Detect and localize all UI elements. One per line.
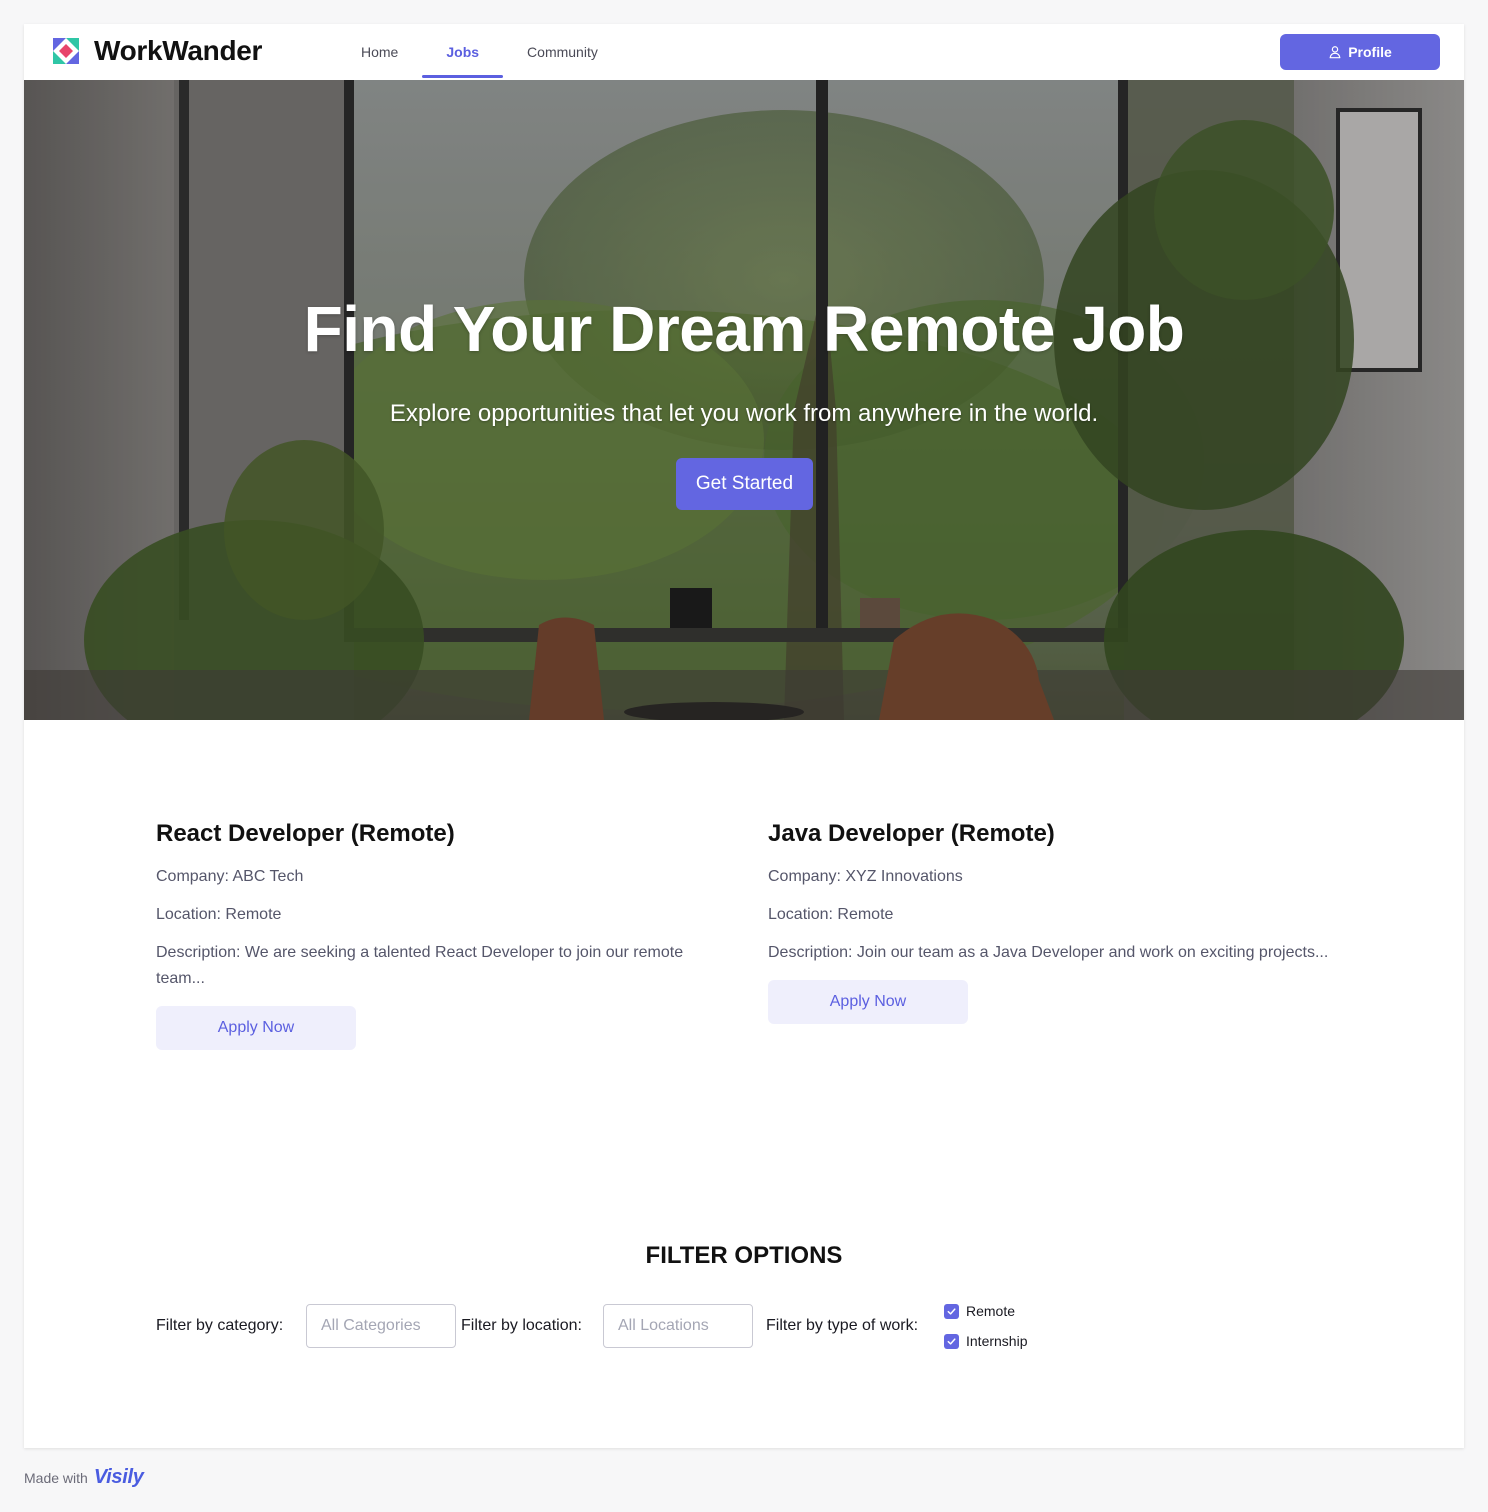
hero-title: Find Your Dream Remote Job: [303, 293, 1185, 365]
workwander-logo-icon: [50, 35, 82, 67]
job-location: Location: Remote: [768, 906, 894, 923]
remote-checkbox[interactable]: Remote: [944, 1303, 1015, 1319]
job-description: Description: Join our team as a Java Dev…: [768, 944, 1329, 961]
nav-tab-home[interactable]: Home: [337, 24, 422, 80]
nav-tab-label: Community: [527, 44, 598, 60]
checkbox-checked-icon[interactable]: [944, 1333, 959, 1349]
visily-logo: Visily: [93, 1466, 144, 1488]
apply-now-button[interactable]: Apply Now: [156, 1006, 356, 1050]
hero-subtitle: Explore opportunities that let you work …: [389, 400, 1099, 427]
remote-checkbox-label: Remote: [966, 1303, 1016, 1319]
get-started-button[interactable]: Get Started: [676, 458, 813, 510]
brand[interactable]: WorkWander: [49, 34, 262, 68]
app-frame: WorkWander Home Jobs Community Profile F…: [24, 24, 1464, 1448]
internship-checkbox-label: Internship: [966, 1333, 1028, 1349]
location-filter-label: Filter by location:: [461, 1317, 582, 1334]
top-navbar: WorkWander Home Jobs Community Profile: [24, 24, 1464, 80]
checkbox-checked-icon[interactable]: [944, 1303, 959, 1319]
nav-tabs: Home Jobs Community: [337, 24, 622, 80]
profile-button[interactable]: Profile: [1280, 34, 1440, 70]
category-filter-label: Filter by category:: [156, 1317, 284, 1334]
user-icon: [1329, 46, 1341, 59]
job-description: Description: We are seeking a talented R…: [156, 944, 684, 987]
nav-tab-jobs[interactable]: Jobs: [422, 24, 503, 80]
job-card: Java Developer (Remote) Company: XYZ Inn…: [768, 816, 1338, 1024]
job-company: Company: ABC Tech: [156, 868, 304, 885]
made-with-text: Made with: [24, 1469, 88, 1486]
filter-options: Filter by category: Filter by location: …: [156, 1303, 1356, 1364]
job-title[interactable]: Java Developer (Remote): [768, 816, 1338, 852]
internship-checkbox[interactable]: Internship: [944, 1333, 1027, 1349]
work-type-filter-label: Filter by type of work:: [766, 1317, 919, 1334]
nav-tab-community[interactable]: Community: [503, 24, 622, 80]
nav-tab-label: Jobs: [446, 44, 480, 60]
filter-options-heading: FILTER OPTIONS: [645, 1242, 843, 1269]
hero-content: Find Your Dream Remote Job Explore oppor…: [24, 80, 1464, 720]
profile-button-label: Profile: [1348, 44, 1392, 60]
job-location: Location: Remote: [156, 906, 282, 923]
made-with-badge[interactable]: Made with Visily: [24, 1466, 144, 1489]
category-filter-input[interactable]: [306, 1304, 456, 1348]
location-filter-input[interactable]: [603, 1304, 753, 1348]
job-title[interactable]: React Developer (Remote): [156, 816, 726, 852]
job-card: React Developer (Remote) Company: ABC Te…: [156, 816, 726, 1050]
hero-section: Find Your Dream Remote Job Explore oppor…: [24, 80, 1464, 720]
nav-tab-label: Home: [361, 44, 399, 60]
job-company: Company: XYZ Innovations: [768, 868, 963, 885]
brand-name: WorkWander: [94, 35, 263, 66]
apply-now-button[interactable]: Apply Now: [768, 980, 968, 1024]
